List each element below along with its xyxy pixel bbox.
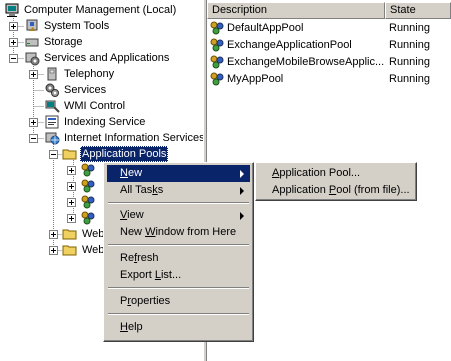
pool-name: ExchangeApplicationPool [227,39,352,51]
menu-item-help[interactable]: Help [107,319,250,336]
tree-label-iis: Internet Information Services [64,132,203,144]
telephony-icon [44,66,60,82]
tree-label-wmi: WMI Control [64,100,126,112]
menu-separator [108,202,249,204]
submenu-arrow-icon [240,170,244,178]
collapse-icon[interactable] [49,150,58,159]
tree-label-storage: Storage [44,36,83,48]
expand-icon[interactable] [67,182,76,191]
pool-state: Running [389,56,430,68]
app-pool-icon [80,210,96,226]
wmi-control-icon [44,98,60,114]
menu-item-all-tasks[interactable]: All Tasks [107,182,250,199]
menu-item-properties[interactable]: Properties [107,293,250,310]
expand-icon[interactable] [29,118,38,127]
menu-separator [108,313,249,315]
iis-icon [44,130,60,146]
app-pool-icon [209,20,225,36]
menu-item-view[interactable]: View [107,207,250,224]
expand-icon[interactable] [49,230,58,239]
list-row[interactable]: DefaultAppPool Running [207,20,451,36]
indexing-service-icon [44,114,60,130]
menu-item-new[interactable]: New [107,165,250,182]
expand-icon[interactable] [67,166,76,175]
list-row[interactable]: ExchangeMobileBrowseApplic... Running [207,54,451,70]
menu-item-application-pool[interactable]: Application Pool... [259,165,413,182]
context-menu: New All Tasks View New Window from Here … [103,162,254,342]
pool-name: MyAppPool [227,73,284,85]
app-pool-icon [209,37,225,53]
system-tools-icon [24,18,40,34]
expand-icon[interactable] [29,70,38,79]
services-gear-icon [44,82,60,98]
tree-label-web1: Web [82,228,105,240]
pool-name: ExchangeMobileBrowseApplic... [227,56,385,68]
computer-management-icon [4,2,20,18]
collapse-icon[interactable] [9,54,18,63]
column-header-description[interactable]: Description [207,2,385,19]
menu-item-refresh[interactable]: Refresh [107,250,250,267]
pool-state: Running [389,73,430,85]
folder-icon [62,226,78,242]
expand-icon[interactable] [67,214,76,223]
app-pool-icon [209,71,225,87]
folder-icon [62,242,78,258]
menu-separator [108,244,249,246]
tree-label-system-tools: System Tools [44,20,110,32]
tree-label-web2: Web [82,244,105,256]
storage-icon [24,34,40,50]
menu-item-new-window[interactable]: New Window from Here [107,224,250,241]
list-row[interactable]: ExchangeApplicationPool Running [207,37,451,53]
app-pool-icon [209,54,225,70]
tree-label-services: Services [64,84,107,96]
app-pool-icon [80,194,96,210]
tree-label-app-pools: Application Pools [80,146,169,162]
menu-item-export-list[interactable]: Export List... [107,267,250,284]
tree-label-services-apps: Services and Applications [44,52,170,64]
menu-separator [108,287,249,289]
column-header-state[interactable]: State [385,2,451,19]
new-submenu: Application Pool... Application Pool (fr… [255,162,417,201]
folder-icon [62,146,78,162]
services-apps-icon [24,50,40,66]
pool-name: DefaultAppPool [227,22,304,34]
tree-label-telephony: Telephony [64,68,115,80]
app-pool-icon [80,178,96,194]
collapse-icon[interactable] [29,134,38,143]
tree-label-indexing: Indexing Service [64,116,146,128]
tree-label-root: Computer Management (Local) [24,4,177,16]
expand-icon[interactable] [49,246,58,255]
app-pool-icon [80,162,96,178]
expand-icon[interactable] [67,198,76,207]
expand-icon[interactable] [9,38,18,47]
expand-icon[interactable] [9,22,18,31]
submenu-arrow-icon [240,187,244,195]
submenu-arrow-icon [240,212,244,220]
list-row[interactable]: MyAppPool Running [207,71,451,87]
pool-state: Running [389,39,430,51]
menu-item-application-pool-from-file[interactable]: Application Pool (from file)... [259,182,413,199]
pool-state: Running [389,22,430,34]
